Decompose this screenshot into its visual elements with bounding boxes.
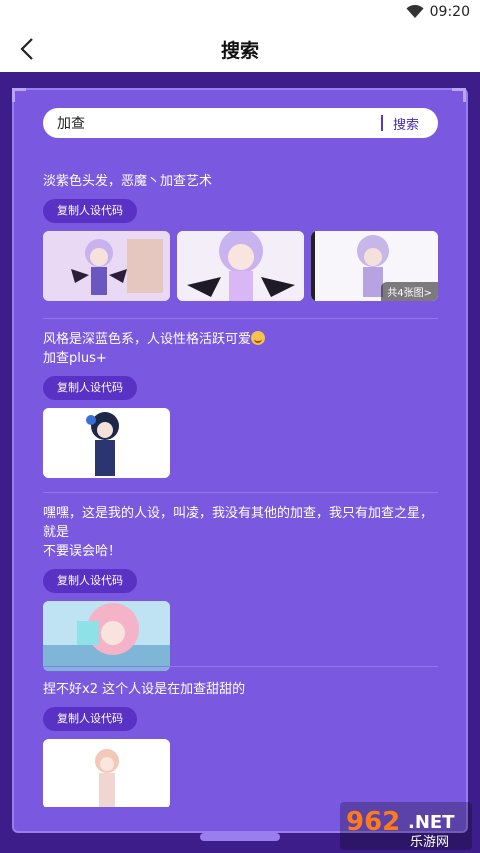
search-bar: 搜索 — [43, 108, 438, 138]
copy-code-button[interactable]: 复制人设代码 — [43, 707, 137, 731]
post-item: 嘿嘿，这是我的人设，叫凌，我没有其他的加查，我只有加查之星，就是 不要误会哈！ … — [43, 504, 438, 671]
post-image[interactable] — [43, 739, 170, 807]
post-description: 淡紫色头发，恶魔丶加查艺术 — [43, 174, 213, 189]
post-item: 淡紫色头发，恶魔丶加查艺术 复制人设代码 共4张图> — [43, 172, 438, 301]
svg-text:962: 962 — [346, 807, 400, 837]
wifi-icon — [406, 5, 424, 18]
character-image — [43, 231, 170, 301]
post-image[interactable] — [43, 231, 170, 301]
divider — [43, 318, 438, 319]
post-line: 嘿嘿，这是我的人设，叫凌，我没有其他的加查，我只有加查之星，就是 — [43, 506, 434, 540]
divider — [43, 666, 438, 667]
svg-text:乐游网: 乐游网 — [410, 835, 449, 850]
post-item: 捏不好x2 这个人设是在加查甜甜的 复制人设代码 — [43, 680, 438, 807]
post-images: 共4张图> — [43, 231, 438, 301]
smile-emoji-icon — [251, 331, 266, 345]
post-line: 风格是深蓝色系，人设性格活跃可爱 — [43, 332, 252, 347]
post-line: 不要误会哈！ — [43, 544, 122, 559]
character-image — [177, 231, 304, 301]
watermark-logo: 962 .NET 乐游网 — [340, 802, 472, 850]
post-images — [43, 408, 438, 478]
character-image — [43, 601, 170, 671]
svg-text:.NET: .NET — [408, 812, 455, 833]
app-bar: 搜索 — [0, 26, 480, 72]
post-description: 嘿嘿，这是我的人设，叫凌，我没有其他的加查，我只有加查之星，就是 不要误会哈！ — [43, 504, 438, 561]
post-images — [43, 601, 438, 671]
post-image[interactable] — [177, 231, 304, 301]
divider — [43, 492, 438, 493]
post-images — [43, 739, 438, 807]
bottom-handle — [200, 833, 280, 841]
character-image — [43, 739, 170, 807]
post-image[interactable] — [43, 601, 170, 671]
results-list[interactable]: 搜索 淡紫色头发，恶魔丶加查艺术 复制人设代码 — [14, 92, 466, 807]
status-time: 09:20 — [429, 4, 470, 20]
post-image[interactable] — [43, 408, 170, 478]
post-line: 加查plus+ — [43, 351, 107, 366]
copy-code-button[interactable]: 复制人设代码 — [43, 199, 137, 223]
post-description: 捏不好x2 这个人设是在加查甜甜的 — [43, 682, 246, 697]
search-button[interactable]: 搜索 — [393, 114, 419, 133]
character-image — [43, 408, 170, 478]
image-count-badge: 共4张图> — [381, 282, 438, 301]
copy-code-button[interactable]: 复制人设代码 — [43, 569, 137, 593]
post-image[interactable]: 共4张图> — [311, 231, 438, 301]
post-item: 风格是深蓝色系，人设性格活跃可爱 加查plus+ 复制人设代码 — [43, 330, 438, 478]
search-input[interactable] — [57, 113, 357, 133]
search-divider — [381, 115, 383, 131]
post-description: 风格是深蓝色系，人设性格活跃可爱 加查plus+ — [43, 330, 438, 368]
copy-code-button[interactable]: 复制人设代码 — [43, 376, 137, 400]
page-title: 搜索 — [220, 40, 259, 62]
status-bar: 09:20 — [0, 0, 480, 26]
